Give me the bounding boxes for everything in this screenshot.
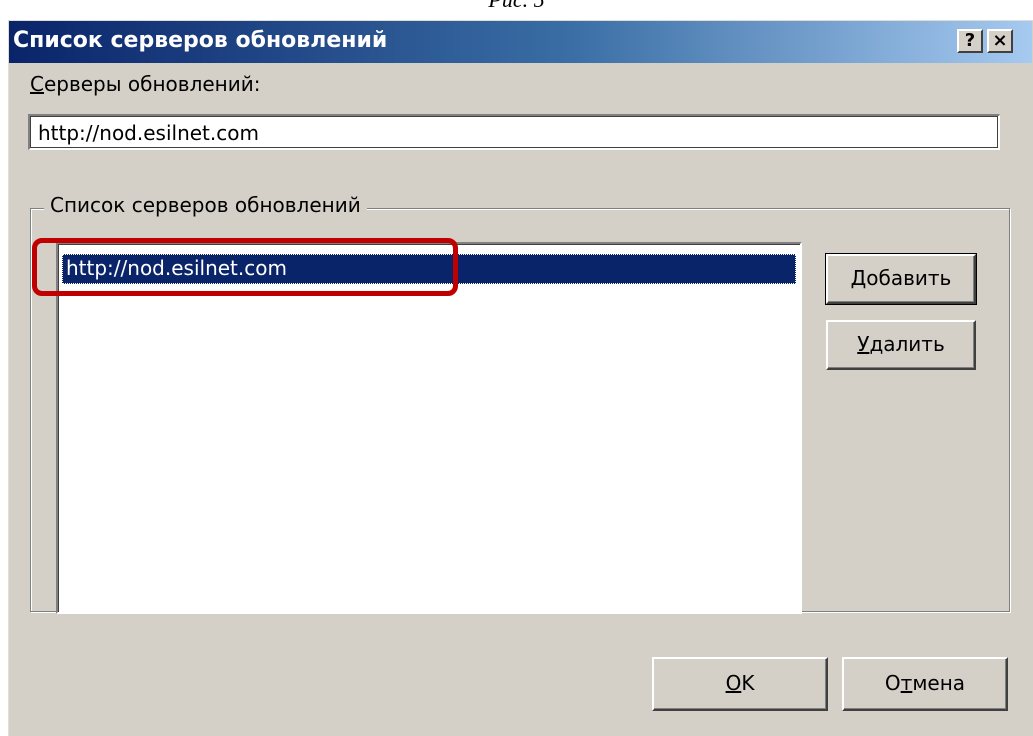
help-button[interactable]: ? xyxy=(957,29,983,53)
servers-listbox[interactable]: http://nod.esilnet.com xyxy=(56,242,802,614)
ok-accelerator: O xyxy=(725,671,742,695)
figure-caption-text: Рис. 5 xyxy=(488,0,544,12)
cancel-accelerator: т xyxy=(900,671,913,695)
server-url-input[interactable] xyxy=(28,114,1000,150)
delete-accelerator: У xyxy=(857,332,870,356)
delete-button[interactable]: Удалить xyxy=(826,320,976,370)
label-text: ерверы обновлений: xyxy=(43,72,261,96)
highlight-annotation xyxy=(32,238,458,296)
window-title: Список серверов обновлений xyxy=(13,28,388,53)
title-bar[interactable]: Список серверов обновлений ? × xyxy=(9,21,1032,63)
ok-label: K xyxy=(741,671,755,695)
cancel-button[interactable]: Отмена xyxy=(842,657,1008,711)
add-accelerator: Д xyxy=(850,266,867,290)
group-box-legend: Список серверов обновлений xyxy=(44,193,367,217)
update-servers-label: Серверы обновлений: xyxy=(30,72,260,96)
close-button[interactable]: × xyxy=(987,29,1013,53)
ok-button[interactable]: OK xyxy=(652,657,828,711)
add-label: обавить xyxy=(866,266,952,290)
add-button[interactable]: Добавить xyxy=(825,253,977,305)
label-accelerator: С xyxy=(30,72,44,96)
cancel-label-rest: мена xyxy=(912,671,966,695)
cancel-label-pre: О xyxy=(884,671,901,695)
delete-label: далить xyxy=(869,332,945,356)
